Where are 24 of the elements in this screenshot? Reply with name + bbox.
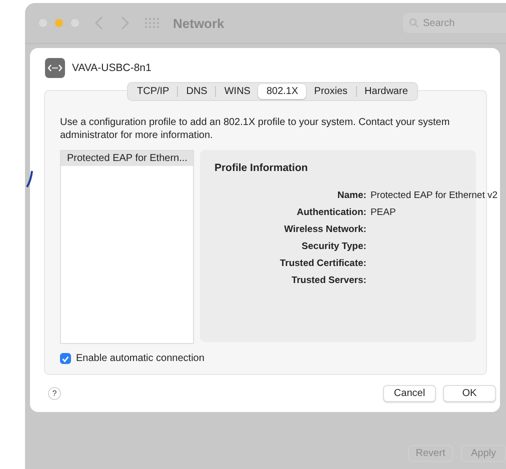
- field-label: Security Type:: [300, 241, 366, 252]
- interface-name: VAVA-USBC-8n1: [72, 62, 152, 74]
- field-value: Protected EAP for Ethernet v2: [370, 190, 498, 201]
- field-label: Name:: [336, 190, 366, 201]
- field-label: Wireless Network:: [283, 224, 366, 235]
- field-value: PEAP: [370, 207, 397, 218]
- help-button[interactable]: ?: [48, 387, 61, 400]
- tab[interactable]: WINS: [216, 84, 258, 99]
- dialog-button[interactable]: Cancel: [383, 385, 436, 402]
- tab[interactable]: DNS: [178, 84, 216, 99]
- dialog-button[interactable]: OK: [443, 385, 496, 402]
- tab[interactable]: Hardware: [356, 84, 416, 99]
- checkbox-label: Enable automatic connection: [76, 353, 204, 364]
- tab[interactable]: Proxies: [306, 84, 356, 99]
- window-title: Network: [173, 16, 224, 30]
- field-label: Authentication:: [296, 207, 366, 218]
- field-label: Trusted Servers:: [290, 275, 366, 286]
- description-text: Use a configuration profile to add an 802.1X profile to your system. Contact your system administrator for more information.: [60, 117, 451, 142]
- field-label: Trusted Certificate:: [278, 258, 366, 269]
- panel-title: Profile Information: [214, 162, 309, 174]
- tab[interactable]: TCP/IP: [129, 84, 178, 99]
- profile-item[interactable]: Protected EAP for Ethern...: [61, 151, 194, 166]
- tab[interactable]: 802.1X: [258, 84, 306, 99]
- search-field[interactable]: Search: [403, 13, 506, 34]
